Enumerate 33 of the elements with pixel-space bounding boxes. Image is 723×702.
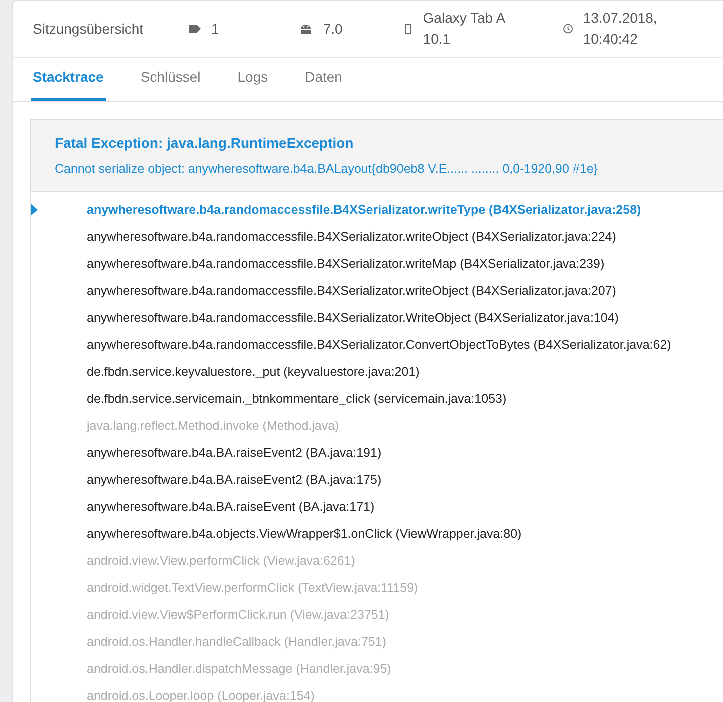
- stack-frame[interactable]: anywheresoftware.b4a.randomaccessfile.B4XSerializator.WriteObject (B4XSerializator.java:104): [87, 308, 619, 328]
- session-info: 1: [212, 20, 220, 38]
- stack-frame[interactable]: android.os.Handler.handleCallback (Handler.java:751): [87, 632, 386, 652]
- stack-frame[interactable]: anywheresoftware.b4a.BA.raiseEvent2 (BA.java:191): [87, 444, 382, 463]
- stack-frame[interactable]: anywheresoftware.b4a.randomaccessfile.B4XSerializator.writeObject (B4XSerializator.java:224): [87, 228, 616, 247]
- exception-message: Cannot serialize object: anywheresoftware.b4a.BALayout{db90eb8 V.E...... ........ 0,0-1920,90 #1e}: [55, 161, 599, 178]
- page-title: Sitzungsübersicht: [33, 20, 144, 39]
- session-info: 7.0: [323, 20, 343, 38]
- clock-icon: [562, 22, 574, 36]
- stack-frame[interactable]: android.view.View$PerformClick.run (View.java:23751): [87, 606, 390, 625]
- tab[interactable]: Logs: [236, 57, 270, 101]
- stack-frame[interactable]: de.fbdn.service.keyvaluestore._put (keyvaluestore.java:201): [87, 362, 420, 382]
- stack-frame[interactable]: java.lang.reflect.Method.invoke (Method.java): [87, 416, 340, 436]
- stack-frame[interactable]: anywheresoftware.b4a.randomaccessfile.B4XSerializator.writeMap (B4XSerializator.java:239): [87, 254, 605, 274]
- stack-frame[interactable]: anywheresoftware.b4a.BA.raiseEvent (BA.java:171): [87, 498, 375, 517]
- stack-frame[interactable]: android.widget.TextView.performClick (TextView.java:11159): [87, 578, 418, 598]
- stack-frame[interactable]: anywheresoftware.b4a.randomaccessfile.B4XSerializator.ConvertObjectToBytes (B4XSerializator.java:62): [87, 336, 672, 355]
- tab[interactable]: Stacktrace: [31, 57, 106, 101]
- tab[interactable]: Schlüssel: [138, 57, 203, 101]
- stack-frame[interactable]: anywheresoftware.b4a.objects.ViewWrapper$1.onClick (ViewWrapper.java:80): [87, 524, 522, 544]
- stack-frame[interactable]: anywheresoftware.b4a.randomaccessfile.B4XSerializator.writeType (B4XSerializator.java:258): [87, 200, 642, 220]
- stack-frame[interactable]: android.os.Handler.dispatchMessage (Handler.java:95): [87, 660, 392, 679]
- android-icon: [299, 22, 314, 36]
- tag-icon: [188, 22, 202, 36]
- stack-frame[interactable]: de.fbdn.service.servicemain._btnkommentare_click (servicemain.java:1053): [87, 390, 507, 409]
- stack-frame[interactable]: android.view.View.performClick (View.java:6261): [87, 552, 356, 571]
- stack-frame[interactable]: anywheresoftware.b4a.BA.raiseEvent2 (BA.java:175): [87, 470, 382, 490]
- stack-frame[interactable]: anywheresoftware.b4a.randomaccessfile.B4XSerializator.writeObject (B4XSerializator.java:207): [87, 282, 616, 301]
- tab[interactable]: Daten: [303, 57, 344, 101]
- session-info: Galaxy Tab A 10.1: [423, 9, 506, 49]
- session-info: 13.07.2018, 10:40:42: [583, 9, 658, 49]
- phone-icon: [402, 22, 414, 36]
- exception-title: Fatal Exception: java.lang.RuntimeException: [55, 134, 355, 153]
